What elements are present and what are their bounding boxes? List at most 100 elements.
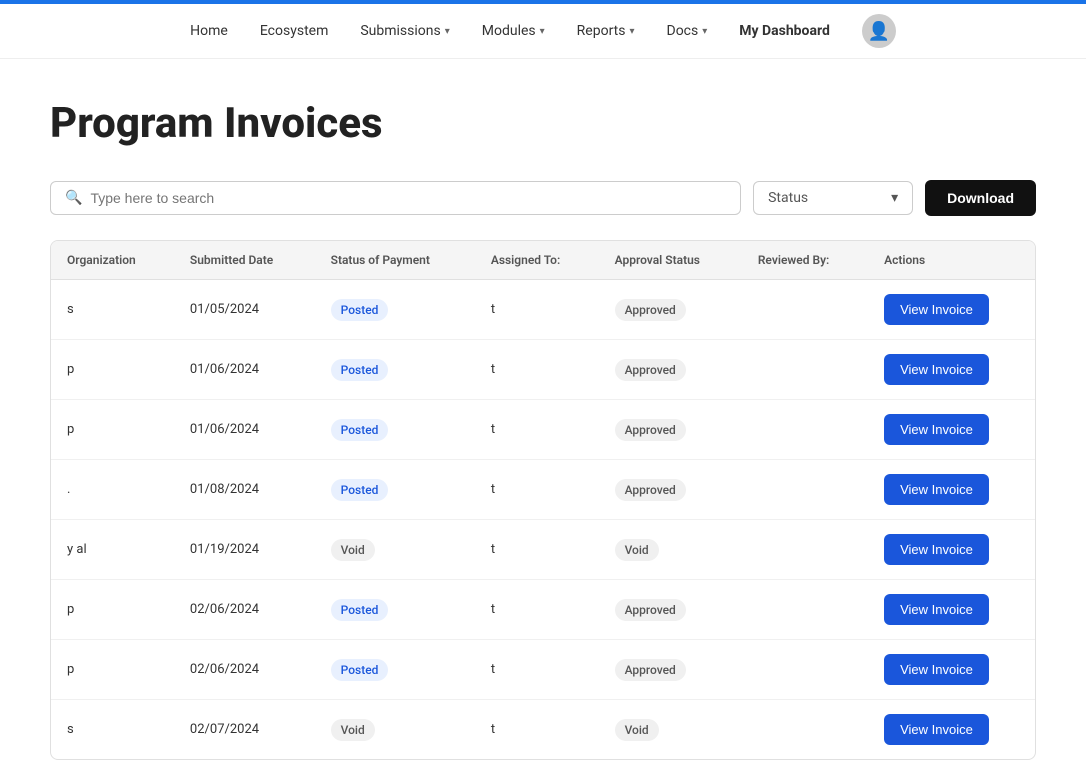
- search-container: 🔍: [50, 181, 741, 215]
- nav-ecosystem[interactable]: Ecosystem: [260, 23, 329, 39]
- payment-status-badge: Posted: [331, 659, 389, 681]
- cell-assigned-to: t: [475, 580, 599, 640]
- nav-my-dashboard[interactable]: My Dashboard: [739, 23, 830, 39]
- view-invoice-button[interactable]: View Invoice: [884, 474, 989, 505]
- cell-actions: View Invoice: [868, 400, 1035, 460]
- cell-reviewed-by: [742, 340, 868, 400]
- cell-approval-status: Approved: [599, 400, 742, 460]
- cell-approval-status: Approved: [599, 460, 742, 520]
- cell-approval-status: Void: [599, 520, 742, 580]
- table-header: Organization Submitted Date Status of Pa…: [51, 241, 1035, 280]
- page-content: Program Invoices 🔍 Status ▾ Download Org…: [0, 59, 1086, 780]
- table-row: s 02/07/2024 Void t Void View Invoice: [51, 700, 1035, 760]
- avatar[interactable]: 👤: [862, 14, 896, 48]
- cell-org: s: [51, 280, 174, 340]
- approval-status-badge: Void: [615, 719, 659, 741]
- cell-payment-status: Posted: [315, 640, 475, 700]
- nav-reports[interactable]: Reports ▾: [577, 23, 635, 39]
- cell-reviewed-by: [742, 460, 868, 520]
- cell-actions: View Invoice: [868, 580, 1035, 640]
- page-title: Program Invoices: [50, 99, 1036, 148]
- approval-status-badge: Approved: [615, 299, 686, 321]
- chevron-down-icon: ▾: [445, 26, 450, 37]
- download-button[interactable]: Download: [925, 180, 1036, 216]
- payment-status-badge: Void: [331, 719, 375, 741]
- nav-home[interactable]: Home: [190, 23, 228, 39]
- toolbar: 🔍 Status ▾ Download: [50, 180, 1036, 216]
- cell-date: 02/06/2024: [174, 640, 315, 700]
- approval-status-badge: Approved: [615, 419, 686, 441]
- table-row: . 01/08/2024 Posted t Approved View Invo…: [51, 460, 1035, 520]
- cell-payment-status: Posted: [315, 280, 475, 340]
- search-icon: 🔍: [65, 190, 82, 206]
- view-invoice-button[interactable]: View Invoice: [884, 414, 989, 445]
- cell-org: .: [51, 460, 174, 520]
- cell-payment-status: Posted: [315, 400, 475, 460]
- payment-status-badge: Posted: [331, 479, 389, 501]
- approval-status-badge: Approved: [615, 359, 686, 381]
- cell-date: 01/19/2024: [174, 520, 315, 580]
- table-row: y al 01/19/2024 Void t Void View Invoice: [51, 520, 1035, 580]
- col-approval-status: Approval Status: [599, 241, 742, 280]
- chevron-down-icon: ▾: [891, 190, 898, 206]
- cell-org: p: [51, 640, 174, 700]
- table-row: s 01/05/2024 Posted t Approved View Invo…: [51, 280, 1035, 340]
- search-input[interactable]: [90, 190, 726, 206]
- nav-modules[interactable]: Modules ▾: [482, 23, 545, 39]
- navbar: Home Ecosystem Submissions ▾ Modules ▾ R…: [0, 4, 1086, 59]
- table-row: p 01/06/2024 Posted t Approved View Invo…: [51, 340, 1035, 400]
- col-actions: Actions: [868, 241, 1035, 280]
- cell-actions: View Invoice: [868, 460, 1035, 520]
- view-invoice-button[interactable]: View Invoice: [884, 294, 989, 325]
- cell-org: p: [51, 400, 174, 460]
- cell-assigned-to: t: [475, 400, 599, 460]
- cell-reviewed-by: [742, 700, 868, 760]
- table-body: s 01/05/2024 Posted t Approved View Invo…: [51, 280, 1035, 760]
- cell-date: 01/06/2024: [174, 400, 315, 460]
- payment-status-badge: Posted: [331, 419, 389, 441]
- cell-assigned-to: t: [475, 280, 599, 340]
- cell-approval-status: Approved: [599, 280, 742, 340]
- cell-payment-status: Posted: [315, 340, 475, 400]
- view-invoice-button[interactable]: View Invoice: [884, 534, 989, 565]
- cell-reviewed-by: [742, 520, 868, 580]
- view-invoice-button[interactable]: View Invoice: [884, 714, 989, 745]
- view-invoice-button[interactable]: View Invoice: [884, 654, 989, 685]
- view-invoice-button[interactable]: View Invoice: [884, 354, 989, 385]
- cell-date: 02/07/2024: [174, 700, 315, 760]
- cell-approval-status: Approved: [599, 580, 742, 640]
- cell-assigned-to: t: [475, 340, 599, 400]
- cell-org: p: [51, 580, 174, 640]
- table-row: p 02/06/2024 Posted t Approved View Invo…: [51, 640, 1035, 700]
- status-dropdown[interactable]: Status ▾: [753, 181, 913, 215]
- cell-org: y al: [51, 520, 174, 580]
- cell-actions: View Invoice: [868, 280, 1035, 340]
- cell-org: s: [51, 700, 174, 760]
- approval-status-badge: Approved: [615, 659, 686, 681]
- cell-payment-status: Void: [315, 520, 475, 580]
- cell-reviewed-by: [742, 580, 868, 640]
- cell-date: 01/06/2024: [174, 340, 315, 400]
- cell-reviewed-by: [742, 400, 868, 460]
- col-assigned-to: Assigned To:: [475, 241, 599, 280]
- cell-approval-status: Approved: [599, 340, 742, 400]
- invoices-table: Organization Submitted Date Status of Pa…: [51, 241, 1035, 759]
- cell-approval-status: Approved: [599, 640, 742, 700]
- cell-actions: View Invoice: [868, 700, 1035, 760]
- cell-assigned-to: t: [475, 460, 599, 520]
- view-invoice-button[interactable]: View Invoice: [884, 594, 989, 625]
- cell-org: p: [51, 340, 174, 400]
- nav-submissions[interactable]: Submissions ▾: [360, 23, 449, 39]
- cell-reviewed-by: [742, 280, 868, 340]
- approval-status-badge: Approved: [615, 479, 686, 501]
- cell-assigned-to: t: [475, 700, 599, 760]
- payment-status-badge: Void: [331, 539, 375, 561]
- cell-actions: View Invoice: [868, 520, 1035, 580]
- cell-reviewed-by: [742, 640, 868, 700]
- nav-docs[interactable]: Docs ▾: [667, 23, 708, 39]
- chevron-down-icon: ▾: [540, 26, 545, 37]
- col-organization: Organization: [51, 241, 174, 280]
- cell-actions: View Invoice: [868, 640, 1035, 700]
- table-row: p 01/06/2024 Posted t Approved View Invo…: [51, 400, 1035, 460]
- cell-date: 02/06/2024: [174, 580, 315, 640]
